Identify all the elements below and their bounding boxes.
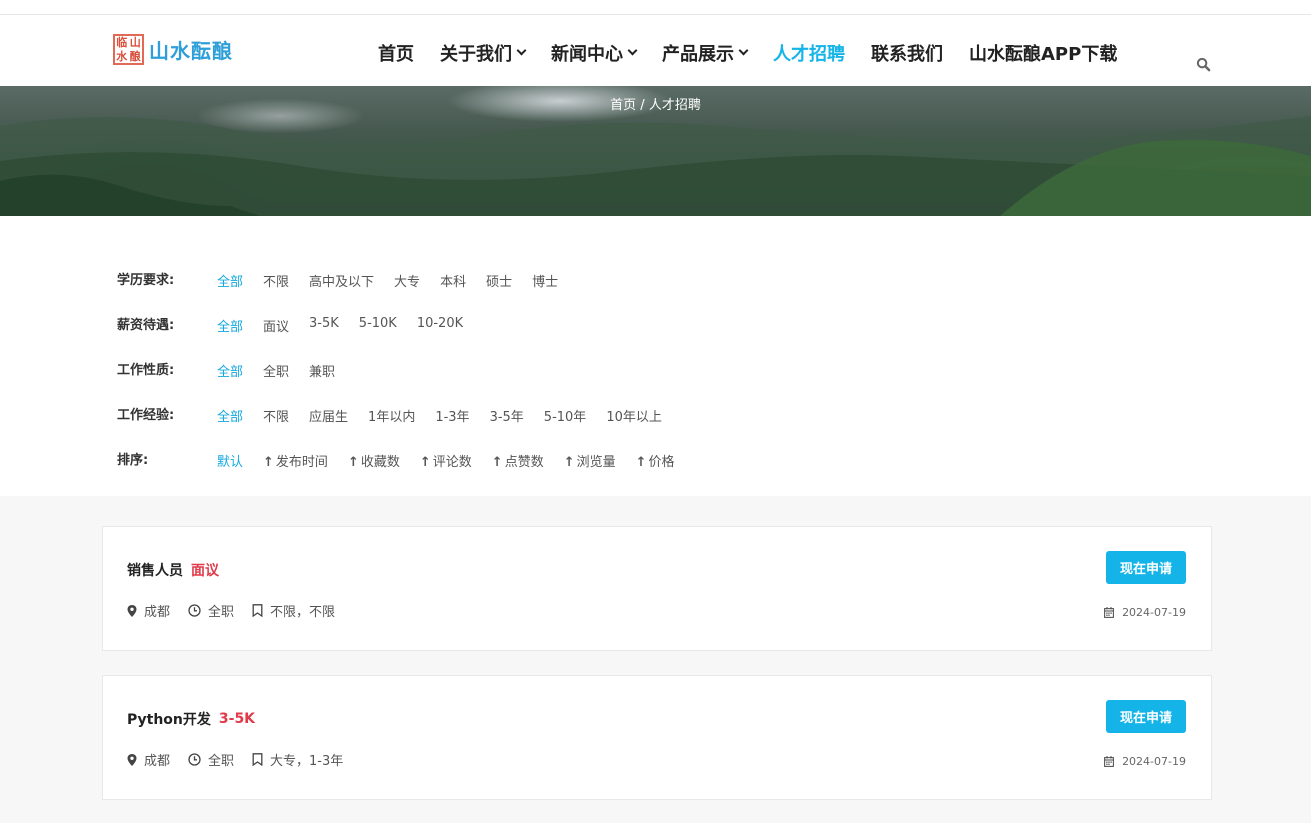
filter-option[interactable]: ↑ 收藏数 <box>348 451 400 470</box>
clock-icon <box>188 753 201 766</box>
filter-option[interactable]: 全部 <box>217 361 243 380</box>
nav-news[interactable]: 新闻中心 <box>551 40 638 66</box>
site-logo[interactable]: 临 山 水 酿 山水酝酿 <box>113 34 233 65</box>
calendar-icon <box>1104 607 1115 618</box>
filter-option[interactable]: 博士 <box>532 271 558 290</box>
filter-option[interactable]: 兼职 <box>309 361 335 380</box>
filter-option[interactable]: 面议 <box>263 316 289 335</box>
job-salary: 3-5K <box>218 711 256 727</box>
filter-option[interactable]: 全职 <box>263 361 289 380</box>
filter-option[interactable]: ↑ 评论数 <box>420 451 472 470</box>
apply-button[interactable]: 现在申请 <box>1106 700 1186 733</box>
sort-arrow-up-icon: ↑ <box>563 455 575 470</box>
filter-option[interactable]: 3-5年 <box>490 406 524 425</box>
filter-row: 学历要求: 全部 不限 高中及以下 大专 本科 硕士 博士 <box>0 258 1311 303</box>
filter-row: 排序: 默认 ↑ 发布时间 ↑ 收藏数 ↑ 评论数 ↑ 点赞数 ↑ 浏览量 ↑ 价格 <box>0 438 1311 483</box>
chevron-down-icon <box>738 45 749 56</box>
filter-row: 薪资待遇: 全部 面议 3-5K 5-10K 10-20K <box>0 303 1311 348</box>
nav-products[interactable]: 产品展示 <box>662 40 749 66</box>
filter-option[interactable]: 大专 <box>394 271 420 290</box>
job-type: 全职 <box>208 605 235 620</box>
map-pin-icon <box>127 753 137 766</box>
job-salary: 面议 <box>191 563 219 579</box>
filter-label: 学历要求: <box>117 273 175 288</box>
job-card: 销售人员 面议 成都 全职 不限，不限 现在申请 2024-07-19 <box>102 526 1212 651</box>
filter-label: 工作性质: <box>117 363 175 378</box>
filter-option[interactable]: ↑ 点赞数 <box>492 451 544 470</box>
nav-about[interactable]: 关于我们 <box>440 40 527 66</box>
nav-contact[interactable]: 联系我们 <box>871 40 943 66</box>
filter-label: 排序: <box>117 453 149 468</box>
filter-option[interactable]: 不限 <box>263 406 289 425</box>
job-date: 2024-07-19 <box>1122 606 1186 619</box>
job-date: 2024-07-19 <box>1122 755 1186 768</box>
clock-icon <box>188 604 201 617</box>
nav-app-download[interactable]: 山水酝酿APP下载 <box>969 40 1117 66</box>
filter-option[interactable]: 5-10K <box>359 316 397 335</box>
page-banner: 首页 / 人才招聘 <box>0 86 1311 216</box>
filter-label: 工作经验: <box>117 408 175 423</box>
main-nav: 首页 关于我们 新闻中心 产品展示 人才招聘 联系我们 山水酝酿APP下载 <box>378 40 1143 66</box>
chevron-down-icon <box>516 45 527 56</box>
sort-arrow-up-icon: ↑ <box>419 455 431 470</box>
sort-arrow-up-icon: ↑ <box>635 455 647 470</box>
job-type: 全职 <box>208 754 235 769</box>
logo-seal-icon: 临 山 水 酿 <box>113 34 144 65</box>
nav-careers[interactable]: 人才招聘 <box>773 40 845 66</box>
filter-option[interactable]: 1年以内 <box>368 406 415 425</box>
filter-option[interactable]: 全部 <box>217 316 243 335</box>
sort-arrow-up-icon: ↑ <box>263 455 274 470</box>
job-location: 成都 <box>144 605 171 620</box>
filter-option[interactable]: 高中及以下 <box>309 271 374 290</box>
job-card: Python开发 3-5K 成都 全职 大专，1-3年 现在申请 2024-07… <box>102 675 1212 800</box>
filter-option[interactable]: 不限 <box>263 271 289 290</box>
filter-option[interactable]: ↑ 浏览量 <box>564 451 616 470</box>
filter-option[interactable]: 3-5K <box>309 316 339 335</box>
filter-option[interactable]: 本科 <box>440 271 466 290</box>
filter-option[interactable]: 应届生 <box>309 406 348 425</box>
job-filters: 学历要求: 全部 不限 高中及以下 大专 本科 硕士 博士 薪资待遇: 全部 面议 3-5K 5-10K… <box>0 216 1311 496</box>
logo-text: 山水酝酿 <box>149 39 233 63</box>
filter-label: 薪资待遇: <box>117 318 175 333</box>
search-icon[interactable] <box>1196 57 1212 73</box>
site-header: 临 山 水 酿 山水酝酿 首页 关于我们 新闻中心 产品展示 人才招聘 联系我们… <box>0 15 1311 86</box>
filter-option[interactable]: 5-10年 <box>544 406 587 425</box>
breadcrumb: 首页 / 人才招聘 <box>610 98 701 113</box>
job-meta: 成都 全职 大专，1-3年 <box>127 750 361 769</box>
sort-arrow-up-icon: ↑ <box>491 455 503 470</box>
calendar-icon <box>1104 756 1115 767</box>
sort-arrow-up-icon: ↑ <box>347 455 359 470</box>
job-location: 成都 <box>144 754 171 769</box>
job-title[interactable]: Python开发 <box>127 709 211 729</box>
apply-button[interactable]: 现在申请 <box>1106 551 1186 584</box>
filter-row: 工作性质: 全部 全职 兼职 <box>0 348 1311 393</box>
chevron-down-icon <box>627 45 638 56</box>
filter-option[interactable]: 全部 <box>217 406 243 425</box>
filter-option[interactable]: 硕士 <box>486 271 512 290</box>
filter-option[interactable]: ↑ 价格 <box>636 451 675 470</box>
top-strip <box>0 0 1311 15</box>
filter-option[interactable]: 10年以上 <box>606 406 662 425</box>
bookmark-icon <box>252 604 263 617</box>
filter-row: 工作经验: 全部 不限 应届生 1年以内 1-3年 3-5年 5-10年 10年以上 <box>0 393 1311 438</box>
nav-home[interactable]: 首页 <box>378 40 414 66</box>
bookmark-icon <box>252 753 263 766</box>
filter-option[interactable]: 1-3年 <box>435 406 469 425</box>
filter-option[interactable]: 10-20K <box>417 316 463 335</box>
job-meta: 成都 全职 不限，不限 <box>127 601 353 620</box>
job-requirements: 大专，1-3年 <box>270 754 344 769</box>
filter-option[interactable]: 默认 <box>217 451 243 470</box>
job-title[interactable]: 销售人员 <box>127 560 183 580</box>
filter-option[interactable]: 全部 <box>217 271 243 290</box>
filter-option[interactable]: ↑ 发布时间 <box>263 451 328 470</box>
map-pin-icon <box>127 604 137 617</box>
job-requirements: 不限，不限 <box>270 605 336 620</box>
